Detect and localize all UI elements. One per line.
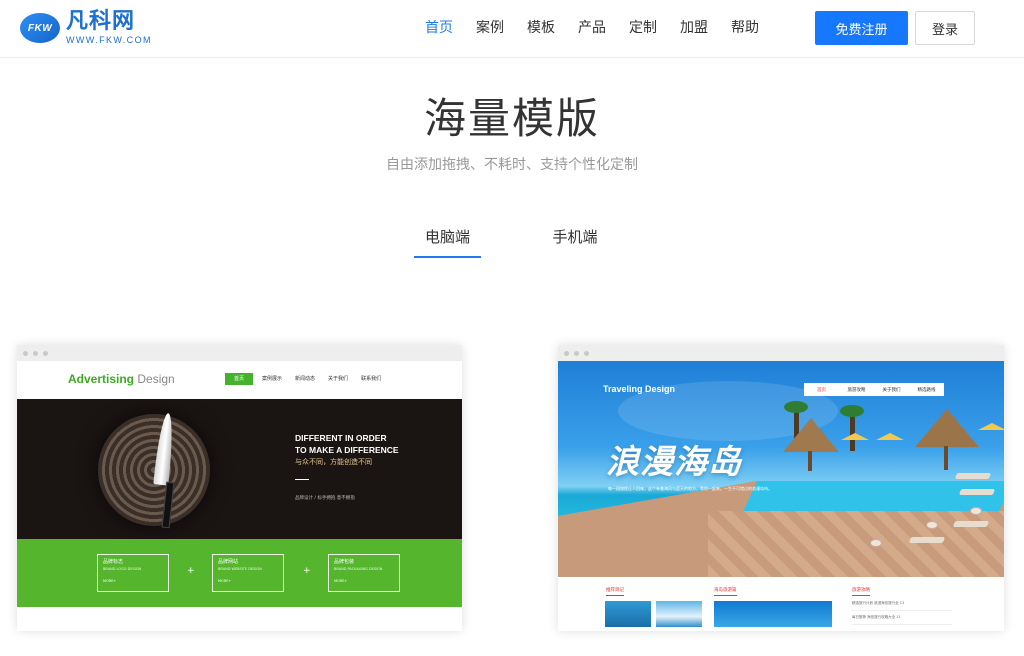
preview-nav-item: 联系我们 xyxy=(361,376,382,382)
preview-services-strip: 品牌标志 BRAND LOGO DESIGN MORE+ + 品牌网站 BRAN… xyxy=(17,539,462,607)
towel-roll xyxy=(870,539,882,547)
news-item: 精选旅行计划 浪漫海岛旅行全 13 xyxy=(852,601,905,605)
logo-text: 凡科网 WWW.FKW.COM xyxy=(66,10,152,46)
thumbnail-image xyxy=(714,601,832,627)
logo-url: WWW.FKW.COM xyxy=(66,35,152,45)
service-box: 品牌标志 BRAND LOGO DESIGN MORE+ xyxy=(97,554,169,592)
beach-hut-image xyxy=(915,409,979,447)
lounge-chair xyxy=(952,521,990,527)
preview-banner-knife: DIFFERENT IN ORDER TO MAKE A DIFFERENCE … xyxy=(17,399,462,539)
palm-leaf xyxy=(840,405,864,417)
section-heading: 海岛旅游篇 xyxy=(714,587,737,596)
service-more: MORE+ xyxy=(334,579,348,583)
device-tabs: 电脑端 手机端 xyxy=(0,226,1024,260)
template-card-advertising[interactable]: Advertising Design 首页 案例展示 新闻动态 关于我们 联系我… xyxy=(17,345,462,631)
section-heading: 推荐目记 xyxy=(606,587,624,596)
banner-headline-2: TO MAKE A DIFFERENCE xyxy=(295,445,399,455)
preview-nav-item: 首页 xyxy=(817,387,826,393)
page-subtitle: 自由添加拖拽、不耗时、支持个性化定制 xyxy=(386,157,638,173)
preview-brand: Traveling Design xyxy=(603,384,676,394)
preview-brand-secondary: Design xyxy=(137,372,175,386)
lounge-chair xyxy=(908,537,946,543)
news-divider xyxy=(852,610,952,611)
page-title: 海量模版 xyxy=(423,94,600,143)
banner-caption: 每一段旅程让人回味，这个有着海风与蓝天的地方，等你一起来。一生不可错过的浪漫岛屿… xyxy=(608,486,772,491)
service-subtitle: BRAND LOGO DESIGN xyxy=(103,567,142,571)
logo-name: 凡科网 xyxy=(66,9,136,34)
preview-nav-item: 关于我们 xyxy=(882,387,901,393)
umbrella-image xyxy=(876,433,904,440)
service-more: MORE+ xyxy=(103,579,117,583)
service-box: 品牌网站 BRAND WEBSITE DESIGN MORE+ xyxy=(212,554,284,592)
login-button[interactable]: 登录 xyxy=(915,11,975,45)
service-subtitle: BRAND PACKAGING DESIGN xyxy=(334,567,383,571)
preview-nav: 首页 旅游攻略 关于我们 精选路线 xyxy=(804,383,944,396)
banner-divider xyxy=(295,479,309,480)
banner-headline-1: DIFFERENT IN ORDER xyxy=(295,433,387,443)
umbrella-image xyxy=(841,433,869,440)
tab-desktop[interactable]: 电脑端 xyxy=(414,226,481,258)
section-heading: 旅游攻略 xyxy=(852,587,870,596)
service-title: 品牌网站 xyxy=(218,559,239,565)
register-button[interactable]: 免费注册 xyxy=(815,11,908,45)
preview-nav-item: 关于我们 xyxy=(328,376,349,382)
tab-mobile[interactable]: 手机端 xyxy=(543,226,607,247)
banner-headline-cn: 与众不同，方能创造不同 xyxy=(295,458,372,466)
preview-brand-primary: Advertising xyxy=(68,372,135,386)
service-title: 品牌标志 xyxy=(103,559,124,565)
lounge-chair xyxy=(958,489,996,495)
preview-nav-item: 旅游攻略 xyxy=(847,387,866,393)
main-nav: 首页 案例 模板 产品 定制 加盟 帮助 xyxy=(425,17,782,39)
service-subtitle: BRAND WEBSITE DESIGN xyxy=(218,567,262,571)
site-logo[interactable]: FKW 凡科网 WWW.FKW.COM xyxy=(20,10,152,46)
plus-icon: + xyxy=(187,566,195,576)
thumbnail-image xyxy=(656,601,702,627)
window-dot xyxy=(584,350,589,356)
preview-nav-item: 精选路线 xyxy=(917,387,936,393)
window-dot xyxy=(43,350,48,356)
preview-nav-item: 案例展示 xyxy=(262,376,283,382)
news-item: 每日推荐 海岛旅行攻略大全 11 xyxy=(852,615,901,619)
news-divider xyxy=(852,624,952,625)
preview-nav-item: 首页 xyxy=(225,373,254,385)
service-title: 品牌包装 xyxy=(334,559,355,565)
plus-icon: + xyxy=(303,566,311,576)
window-dot xyxy=(23,350,28,356)
nav-item-home[interactable]: 首页 xyxy=(425,17,453,39)
window-dot xyxy=(33,350,38,356)
nav-item-custom[interactable]: 定制 xyxy=(629,17,657,39)
palm-trunk xyxy=(850,411,855,451)
window-dot xyxy=(574,350,579,356)
service-more: MORE+ xyxy=(218,579,232,583)
beach-hut-image xyxy=(783,418,839,452)
palm-leaf xyxy=(784,401,808,413)
template-card-traveling[interactable]: Traveling Design 首页 旅游攻略 关于我们 精选路线 浪漫海岛 … xyxy=(558,345,1004,631)
nav-item-franchise[interactable]: 加盟 xyxy=(680,17,708,39)
preview-brand: Advertising Design xyxy=(68,372,175,386)
hut-post xyxy=(808,451,812,471)
towel-roll xyxy=(970,507,982,515)
preview-nav-item: 新闻动态 xyxy=(295,376,316,382)
nav-item-templates[interactable]: 模板 xyxy=(527,17,555,39)
umbrella-image xyxy=(978,423,1004,430)
banner-headline-cn: 浪漫海岛 xyxy=(606,442,742,481)
preview-content: 推荐目记 海岛旅游篇 旅游攻略 精选旅行计划 浪漫海岛旅行全 13 每日推荐 海… xyxy=(558,577,1004,631)
service-box: 品牌包装 BRAND PACKAGING DESIGN MORE+ xyxy=(328,554,400,592)
browser-bar xyxy=(558,345,1004,361)
banner-caption: 品牌设计 / 标手拥抱 意不拥抱 xyxy=(295,496,355,501)
preview-header: Advertising Design 首页 案例展示 新闻动态 关于我们 联系我… xyxy=(17,361,462,399)
thumbnail-image xyxy=(605,601,651,627)
browser-bar xyxy=(17,345,462,361)
lounge-chair xyxy=(954,473,992,479)
site-header: FKW 凡科网 WWW.FKW.COM 首页 案例 模板 产品 定制 加盟 帮助… xyxy=(0,0,1024,58)
nav-item-cases[interactable]: 案例 xyxy=(476,17,504,39)
preview-nav: 首页 案例展示 新闻动态 关于我们 联系我们 xyxy=(225,373,390,385)
towel-roll xyxy=(926,521,938,529)
nav-item-help[interactable]: 帮助 xyxy=(731,17,759,39)
window-dot xyxy=(564,350,569,356)
nav-item-products[interactable]: 产品 xyxy=(578,17,606,39)
preview-banner-island: Traveling Design 首页 旅游攻略 关于我们 精选路线 浪漫海岛 … xyxy=(558,361,1004,577)
hut-post xyxy=(944,446,948,470)
logo-badge: FKW xyxy=(20,13,60,43)
